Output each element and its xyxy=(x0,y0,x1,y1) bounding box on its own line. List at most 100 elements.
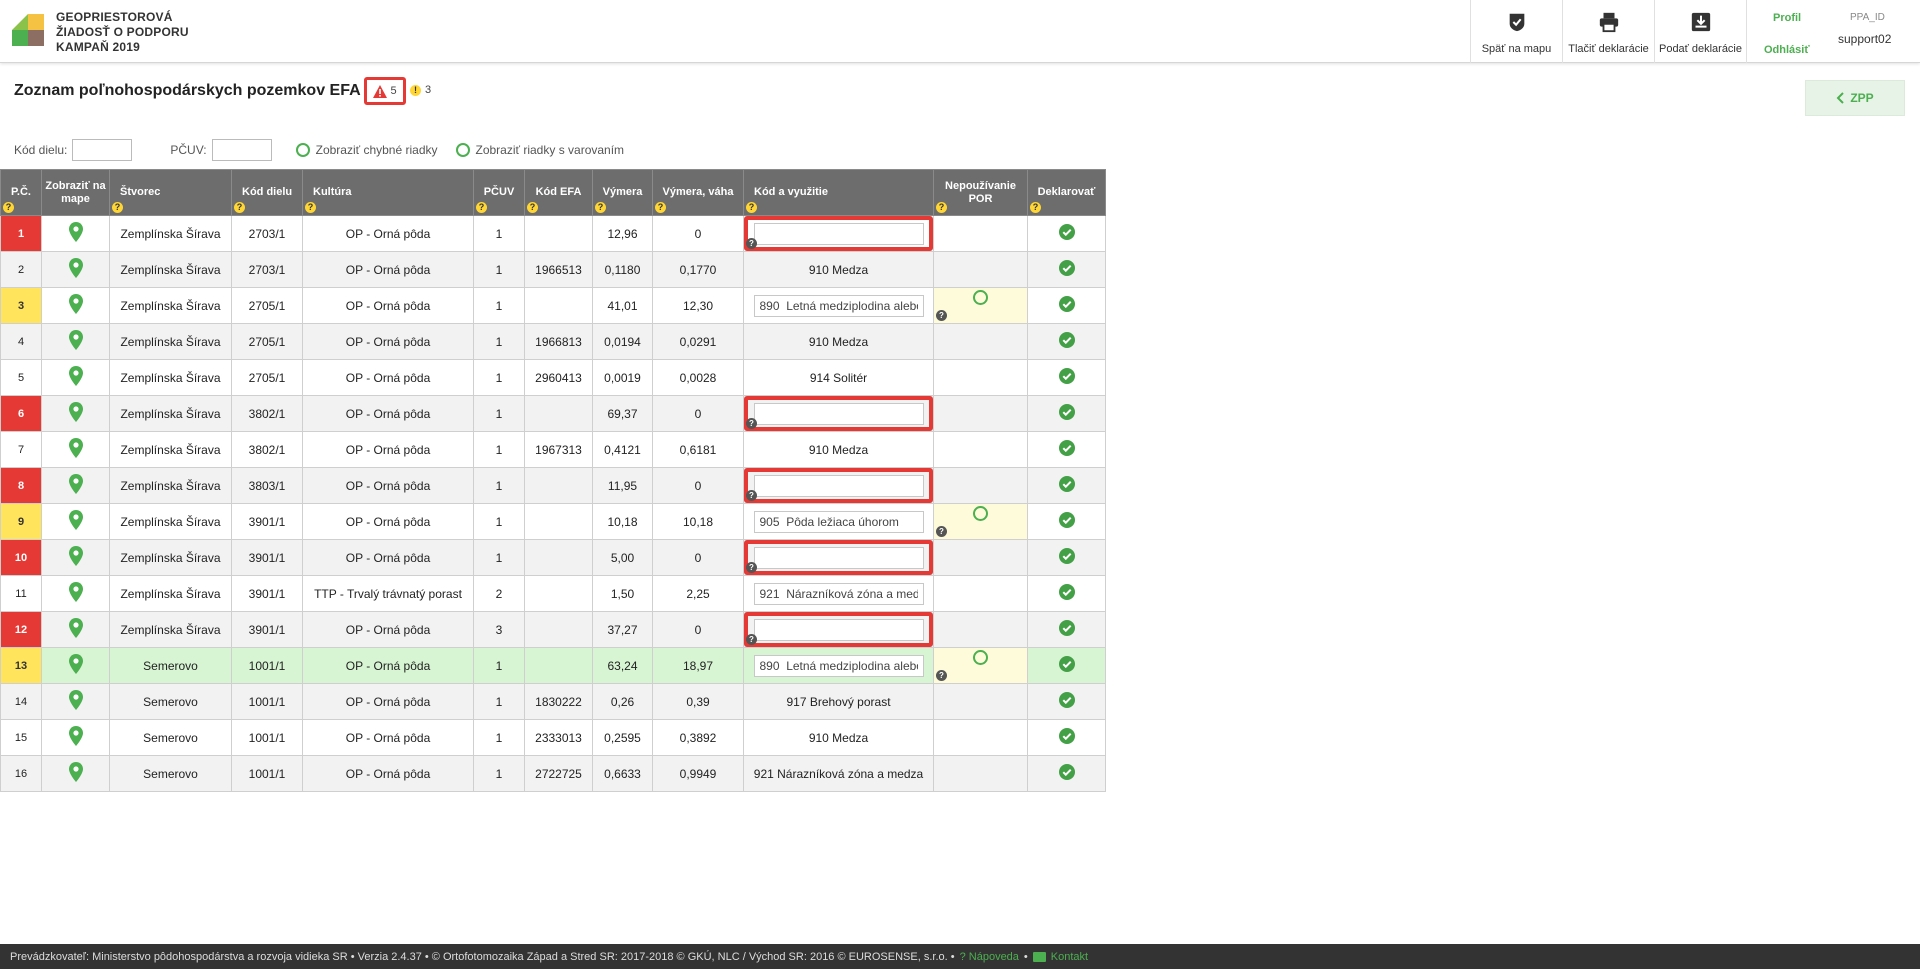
show-on-map-cell[interactable] xyxy=(41,323,110,360)
declare-cell[interactable] xyxy=(1027,395,1106,432)
declare-cell[interactable] xyxy=(1027,431,1106,468)
col-header[interactable]: Zobraziť na mape xyxy=(41,169,110,216)
warning-count-badge[interactable]: ! 3 xyxy=(410,84,431,96)
help-icon[interactable]: ? xyxy=(595,202,606,213)
table-row[interactable]: 9 Zemplínska Šírava 3901/1 OP - Orná pôda 1 1… xyxy=(0,503,1106,540)
question-icon[interactable]: ? xyxy=(746,490,757,501)
code-usage-cell[interactable] xyxy=(743,503,934,540)
code-usage-cell[interactable]: ? xyxy=(743,215,934,252)
col-header[interactable]: Štvorec? xyxy=(109,169,232,216)
show-errors-toggle[interactable]: Zobraziť chybné riadky xyxy=(295,143,438,157)
show-on-map-cell[interactable] xyxy=(41,683,110,720)
help-icon[interactable]: ? xyxy=(527,202,538,213)
declare-cell[interactable] xyxy=(1027,719,1106,756)
table-row[interactable]: 11 Zemplínska Šírava 3901/1 TTP - Trvalý tr… xyxy=(0,575,1106,612)
declare-cell[interactable] xyxy=(1027,683,1106,720)
show-on-map-cell[interactable] xyxy=(41,467,110,504)
col-header[interactable]: Kód EFA? xyxy=(524,169,593,216)
code-usage-input[interactable] xyxy=(753,654,924,677)
table-row[interactable]: 14 Semerovo 1001/1 OP - Orná pôda 1 1830222 0,… xyxy=(0,683,1106,720)
show-on-map-cell[interactable] xyxy=(41,503,110,540)
error-count-badge[interactable]: 5 xyxy=(364,77,406,105)
code-usage-cell[interactable] xyxy=(743,575,934,612)
code-usage-cell[interactable] xyxy=(743,287,934,324)
declare-cell[interactable] xyxy=(1027,503,1106,540)
question-icon[interactable]: ? xyxy=(746,634,757,645)
help-icon[interactable]: ? xyxy=(3,202,14,213)
declare-cell[interactable] xyxy=(1027,755,1106,792)
print-declarations-button[interactable]: Tlačiť deklarácie xyxy=(1562,0,1654,63)
declare-cell[interactable] xyxy=(1027,287,1106,324)
show-on-map-cell[interactable] xyxy=(41,287,110,324)
declare-cell[interactable] xyxy=(1027,575,1106,612)
col-header[interactable]: Nepoužívanie POR? xyxy=(933,169,1028,216)
table-row[interactable]: 2 Zemplínska Šírava 2703/1 OP - Orná pôda 1 1… xyxy=(0,251,1106,288)
table-row[interactable]: 7 Zemplínska Šírava 3802/1 OP - Orná pôda 1 1… xyxy=(0,431,1106,468)
help-icon[interactable]: ? xyxy=(305,202,316,213)
show-on-map-cell[interactable] xyxy=(41,431,110,468)
help-icon[interactable]: ? xyxy=(936,202,947,213)
question-icon[interactable]: ? xyxy=(936,310,947,321)
question-icon[interactable]: ? xyxy=(936,670,947,681)
code-usage-input[interactable] xyxy=(753,222,924,245)
zpp-button[interactable]: ZPP xyxy=(1805,80,1905,116)
code-usage-input[interactable] xyxy=(753,402,924,425)
back-to-map-button[interactable]: Späť na mapu xyxy=(1470,0,1562,63)
table-row[interactable]: 16 Semerovo 1001/1 OP - Orná pôda 1 2722725 0,… xyxy=(0,755,1106,792)
code-usage-cell[interactable]: ? xyxy=(743,539,934,576)
code-usage-input[interactable] xyxy=(753,474,924,497)
table-row[interactable]: 12 Zemplínska Šírava 3901/1 OP - Orná pôda 3… xyxy=(0,611,1106,648)
help-icon[interactable]: ? xyxy=(234,202,245,213)
por-radio[interactable] xyxy=(973,649,988,665)
declare-cell[interactable] xyxy=(1027,611,1106,648)
col-header[interactable]: Kód dielu? xyxy=(231,169,303,216)
contact-link[interactable]: Kontakt xyxy=(1051,951,1088,963)
declare-cell[interactable] xyxy=(1027,467,1106,504)
help-icon[interactable]: ? xyxy=(476,202,487,213)
table-row[interactable]: 15 Semerovo 1001/1 OP - Orná pôda 1 2333013 0,… xyxy=(0,719,1106,756)
table-row[interactable]: 4 Zemplínska Šírava 2705/1 OP - Orná pôda 1 1… xyxy=(0,323,1106,360)
show-on-map-cell[interactable] xyxy=(41,359,110,396)
declare-cell[interactable] xyxy=(1027,359,1106,396)
por-cell[interactable]: ? xyxy=(933,503,1028,540)
profile-link[interactable]: Profil xyxy=(1773,12,1801,24)
col-header[interactable]: Kultúra? xyxy=(302,169,474,216)
show-warnings-toggle[interactable]: Zobraziť riadky s varovaním xyxy=(455,143,624,157)
code-usage-cell[interactable]: ? xyxy=(743,467,934,504)
code-usage-cell[interactable]: ? xyxy=(743,611,934,648)
por-cell[interactable]: ? xyxy=(933,647,1028,684)
code-usage-input[interactable] xyxy=(753,294,924,317)
por-radio[interactable] xyxy=(973,505,988,521)
question-icon[interactable]: ? xyxy=(746,238,757,249)
code-usage-cell[interactable]: ? xyxy=(743,395,934,432)
declare-cell[interactable] xyxy=(1027,539,1106,576)
show-on-map-cell[interactable] xyxy=(41,755,110,792)
show-on-map-cell[interactable] xyxy=(41,215,110,252)
declare-cell[interactable] xyxy=(1027,323,1106,360)
col-header[interactable]: Výmera? xyxy=(592,169,653,216)
submit-declarations-button[interactable]: Podať deklarácie xyxy=(1654,0,1746,63)
table-row[interactable]: 10 Zemplínska Šírava 3901/1 OP - Orná pôda 1… xyxy=(0,539,1106,576)
question-icon[interactable]: ? xyxy=(746,562,757,573)
kod-dielu-input[interactable] xyxy=(72,139,133,161)
col-header[interactable]: Výmera, váha? xyxy=(652,169,744,216)
col-header[interactable]: Deklarovať? xyxy=(1027,169,1106,216)
declare-cell[interactable] xyxy=(1027,251,1106,288)
help-icon[interactable]: ? xyxy=(112,202,123,213)
table-row[interactable]: 8 Zemplínska Šírava 3803/1 OP - Orná pôda 1 1… xyxy=(0,467,1106,504)
help-icon[interactable]: ? xyxy=(746,202,757,213)
show-on-map-cell[interactable] xyxy=(41,647,110,684)
col-header[interactable]: Kód a využitie? xyxy=(743,169,934,216)
table-row[interactable]: 13 Semerovo 1001/1 OP - Orná pôda 1 63,24 18,9… xyxy=(0,647,1106,684)
table-row[interactable]: 5 Zemplínska Šírava 2705/1 OP - Orná pôda 1 2… xyxy=(0,359,1106,396)
show-on-map-cell[interactable] xyxy=(41,251,110,288)
por-cell[interactable]: ? xyxy=(933,287,1028,324)
table-row[interactable]: 3 Zemplínska Šírava 2705/1 OP - Orná pôda 1 4… xyxy=(0,287,1106,324)
show-on-map-cell[interactable] xyxy=(41,395,110,432)
table-row[interactable]: 6 Zemplínska Šírava 3802/1 OP - Orná pôda 1 6… xyxy=(0,395,1106,432)
show-on-map-cell[interactable] xyxy=(41,611,110,648)
table-row[interactable]: 1 Zemplínska Šírava 2703/1 OP - Orná pôda 1 1… xyxy=(0,215,1106,252)
logout-link[interactable]: Odhlásiť xyxy=(1764,44,1810,56)
show-on-map-cell[interactable] xyxy=(41,719,110,756)
help-link[interactable]: ? Nápoveda xyxy=(960,951,1019,963)
